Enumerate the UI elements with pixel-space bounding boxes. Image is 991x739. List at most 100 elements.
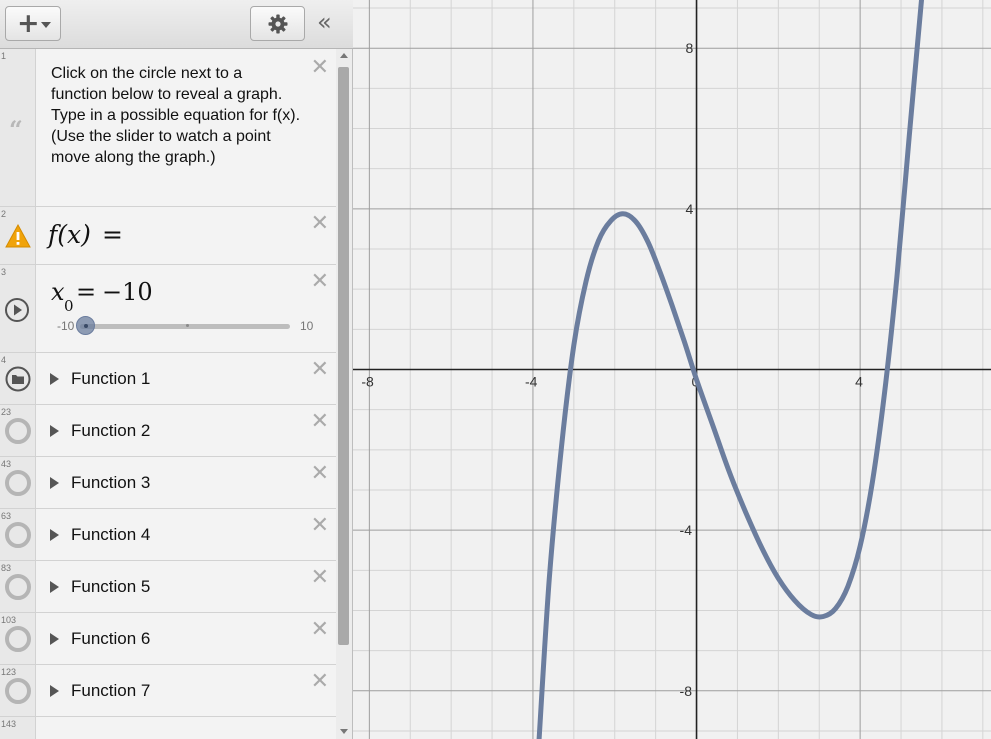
- item-number: 4: [1, 355, 7, 365]
- item-gutter: 23: [0, 405, 36, 456]
- delete-icon[interactable]: ✕: [311, 567, 329, 589]
- item-gutter: 3: [0, 265, 36, 352]
- item-gutter: 103: [0, 613, 36, 664]
- circle-icon[interactable]: [4, 417, 32, 445]
- circle-icon[interactable]: [4, 521, 32, 549]
- note-text[interactable]: Click on the circle next to a function b…: [51, 63, 301, 168]
- expand-triangle-icon[interactable]: [50, 373, 59, 385]
- plus-icon: +: [17, 8, 40, 39]
- item-gutter: 83: [0, 561, 36, 612]
- scrollbar-thumb[interactable]: [338, 67, 349, 645]
- folder-item[interactable]: 43 Function 3 ✕: [0, 457, 336, 509]
- item-gutter: 63: [0, 509, 36, 560]
- slider-item[interactable]: 3 x 0 = −10 -10 10 ✕: [0, 265, 336, 353]
- expand-triangle-icon[interactable]: [50, 581, 59, 593]
- folder-label[interactable]: Function 1: [71, 369, 150, 389]
- graph-paper[interactable]: -8 -4 0 4 8 4 -4 -8: [353, 0, 991, 739]
- slider-min[interactable]: -10: [57, 319, 74, 333]
- item-gutter: 2: [0, 207, 36, 264]
- expression-item[interactable]: 2 f(x) = ✕: [0, 207, 336, 265]
- item-gutter: 143: [0, 717, 36, 739]
- folder-icon[interactable]: [4, 365, 32, 393]
- folder-item[interactable]: 143: [0, 717, 336, 739]
- caret-down-icon: [41, 22, 51, 28]
- folder-item[interactable]: 23 Function 2 ✕: [0, 405, 336, 457]
- item-number: 123: [1, 667, 17, 677]
- function-name[interactable]: f(x): [48, 220, 91, 249]
- expression-list: 1 “ Click on the circle next to a functi…: [0, 49, 336, 739]
- expand-triangle-icon[interactable]: [50, 529, 59, 541]
- folder-item[interactable]: 83 Function 5 ✕: [0, 561, 336, 613]
- folder-label[interactable]: Function 3: [71, 473, 150, 493]
- delete-icon[interactable]: ✕: [311, 671, 329, 693]
- expand-triangle-icon[interactable]: [50, 633, 59, 645]
- circle-icon[interactable]: [4, 573, 32, 601]
- quote-icon: “: [9, 115, 23, 144]
- expand-triangle-icon[interactable]: [50, 477, 59, 489]
- delete-icon[interactable]: ✕: [311, 515, 329, 537]
- slider-value[interactable]: −10: [102, 278, 153, 306]
- slider-midpoint: [186, 324, 189, 327]
- slider-variable[interactable]: x: [51, 278, 65, 306]
- play-icon[interactable]: [4, 297, 30, 323]
- folder-label[interactable]: Function 7: [71, 681, 150, 701]
- folder-item[interactable]: 4 Function 1 ✕: [0, 353, 336, 405]
- expand-triangle-icon[interactable]: [50, 685, 59, 697]
- scrollbar[interactable]: [336, 49, 352, 739]
- folder-label[interactable]: Function 5: [71, 577, 150, 597]
- axes: [353, 0, 991, 739]
- circle-icon[interactable]: [4, 677, 32, 705]
- y-tick-label: 4: [686, 201, 694, 217]
- delete-icon[interactable]: ✕: [311, 619, 329, 641]
- x-tick-label: -8: [361, 374, 374, 390]
- x-tick-label: -4: [525, 374, 538, 390]
- add-item-button[interactable]: +: [5, 6, 61, 41]
- item-number: 143: [1, 719, 17, 729]
- delete-icon[interactable]: ✕: [311, 271, 329, 293]
- slider-max[interactable]: 10: [300, 319, 313, 333]
- circle-icon[interactable]: [4, 625, 32, 653]
- scroll-up-icon[interactable]: [340, 53, 348, 58]
- collapse-panel-button[interactable]: «: [317, 10, 332, 34]
- warning-icon: [5, 224, 31, 248]
- graph-svg[interactable]: -8 -4 0 484-4-8: [353, 0, 991, 739]
- slider-handle-dot: [84, 324, 88, 328]
- slider-track[interactable]: [80, 324, 290, 329]
- item-number: 1: [1, 51, 7, 61]
- settings-button[interactable]: [250, 6, 305, 41]
- item-gutter: 43: [0, 457, 36, 508]
- item-gutter: 4: [0, 353, 36, 404]
- folder-label[interactable]: Function 4: [71, 525, 150, 545]
- circle-icon[interactable]: [4, 469, 32, 497]
- folder-label[interactable]: Function 6: [71, 629, 150, 649]
- item-number: 23: [1, 407, 12, 417]
- gear-icon: [268, 14, 288, 34]
- folder-item[interactable]: 123 Function 7 ✕: [0, 665, 336, 717]
- folder-label[interactable]: Function 2: [71, 421, 150, 441]
- y-tick-label: -4: [680, 522, 693, 538]
- note-item[interactable]: 1 “ Click on the circle next to a functi…: [0, 49, 336, 207]
- expression-toolbar: + «: [0, 0, 353, 49]
- delete-icon[interactable]: ✕: [311, 411, 329, 433]
- item-number: 2: [1, 209, 7, 219]
- y-tick-label: 8: [686, 40, 694, 56]
- delete-icon[interactable]: ✕: [311, 463, 329, 485]
- folder-item[interactable]: 63 Function 4 ✕: [0, 509, 336, 561]
- delete-icon[interactable]: ✕: [311, 213, 329, 235]
- y-tick-label: -8: [680, 683, 693, 699]
- item-gutter: 1 “: [0, 49, 36, 206]
- scroll-down-icon[interactable]: [340, 729, 348, 734]
- delete-icon[interactable]: ✕: [311, 359, 329, 381]
- item-number: 103: [1, 615, 17, 625]
- item-number: 3: [1, 267, 7, 277]
- delete-icon[interactable]: ✕: [311, 57, 329, 79]
- expression-panel: + « 1 “ Click on the circle next to a fu…: [0, 0, 353, 739]
- folder-item[interactable]: 103 Function 6 ✕: [0, 613, 336, 665]
- item-number: 83: [1, 563, 12, 573]
- expand-triangle-icon[interactable]: [50, 425, 59, 437]
- item-number: 43: [1, 459, 12, 469]
- x-tick-label: 4: [855, 374, 863, 390]
- equals-sign: =: [76, 278, 97, 306]
- equals-sign[interactable]: =: [102, 220, 123, 249]
- desmos-calculator: + « 1 “ Click on the circle next to a fu…: [0, 0, 991, 739]
